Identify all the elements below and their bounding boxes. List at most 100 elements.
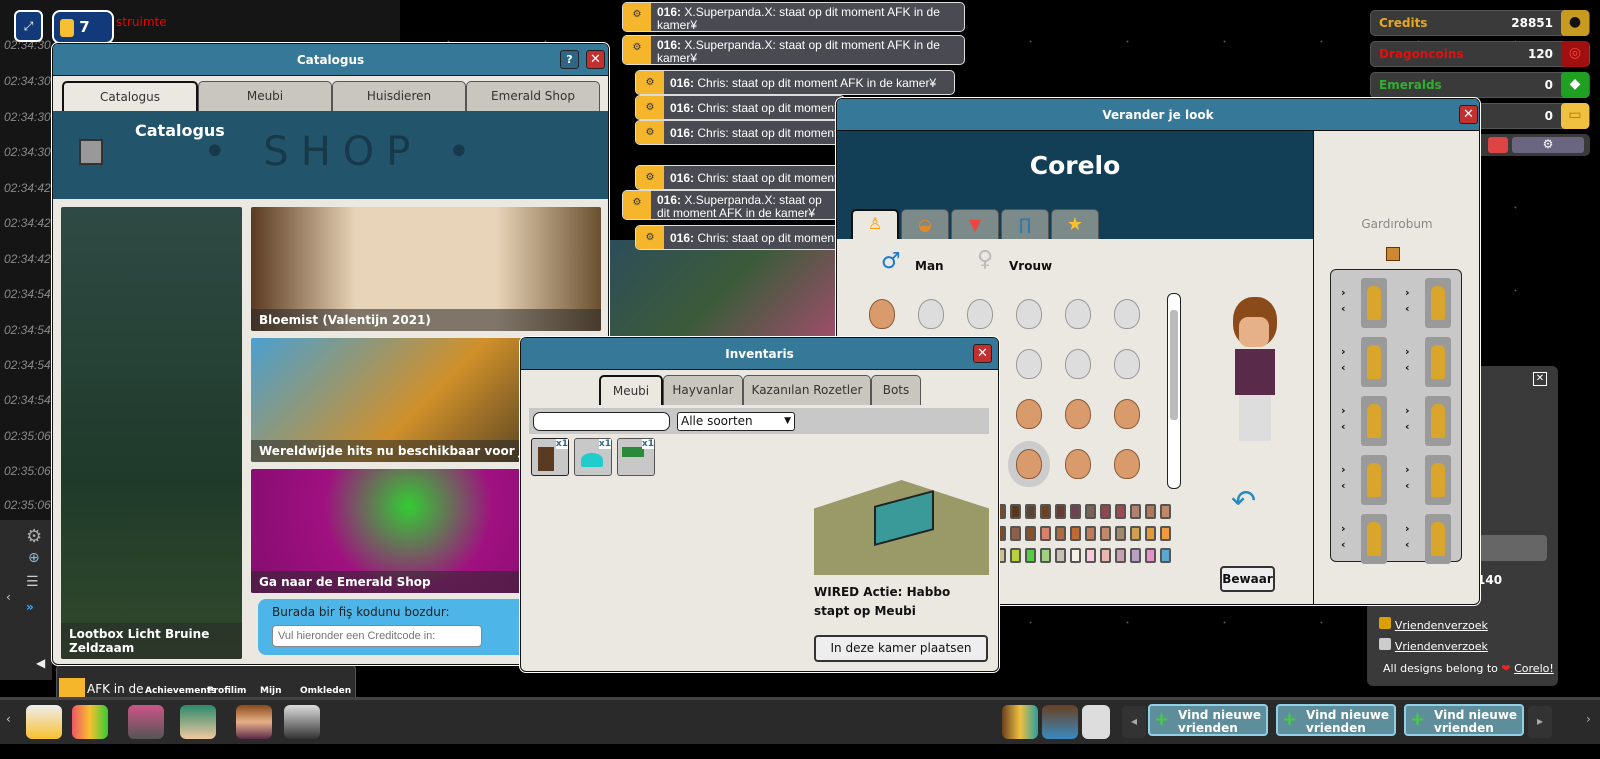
tab-bots[interactable]: Bots [871,375,921,405]
color-swatch[interactable] [1100,504,1111,519]
catalog-tile-lootbox[interactable]: Lootbox Licht Bruine Zeldzaam [61,207,242,659]
friend-request-item[interactable]: Vriendenverzoek [1379,617,1488,632]
tab-huisdieren[interactable]: Huisdieren [332,81,466,111]
friends-prev-button[interactable]: ◂ [1122,706,1146,738]
wardrobe-slot[interactable] [1425,514,1451,564]
color-swatch[interactable] [1010,526,1021,541]
wardrobe-load-arrow[interactable]: ‹ [1405,479,1410,492]
close-button[interactable]: ✕ [1459,105,1478,124]
wardrobe-save-arrow[interactable]: › [1405,345,1410,358]
wardrobe-save-arrow[interactable]: › [1405,522,1410,535]
color-swatch[interactable] [1145,526,1156,541]
rooms-icon[interactable] [72,705,108,739]
scrollbar[interactable] [1167,293,1181,489]
head-option[interactable] [967,299,993,329]
author-link[interactable]: Corelo! [1514,662,1554,675]
fullscreen-button[interactable]: ⤢ [14,10,43,42]
inventory-item[interactable]: x1 [531,438,569,476]
wardrobe-slot[interactable] [1361,278,1387,328]
friend-request-item[interactable]: Vriendenverzoek [1379,638,1488,653]
color-swatch[interactable] [1085,504,1096,519]
color-swatch[interactable] [1115,548,1126,563]
avatar-editor-titlebar[interactable]: Verander je look [837,99,1479,131]
tab-rozetler[interactable]: Kazanılan Rozetler [743,375,871,405]
color-swatch[interactable] [1100,526,1111,541]
tab-favorites[interactable]: ★ [1051,209,1099,239]
color-swatch[interactable] [1085,548,1096,563]
tab-hayvanlar[interactable]: Hayvanlar [663,375,743,405]
zoom-icon[interactable]: ⊕ [28,550,40,566]
color-swatch[interactable] [1025,526,1036,541]
find-friends-button[interactable]: + Vind nieuwe vrienden [1148,704,1268,736]
tab-meubi[interactable]: Meubi [198,81,332,111]
head-option[interactable] [1016,449,1042,479]
color-swatch[interactable] [1130,504,1141,519]
head-option[interactable] [918,299,944,329]
scrollbar-thumb[interactable] [1170,310,1178,420]
color-swatch[interactable] [1100,548,1111,563]
head-option[interactable] [1114,349,1140,379]
color-swatch[interactable] [1040,504,1051,519]
tab-catalogus[interactable]: Catalogus [62,81,198,111]
wardrobe-load-arrow[interactable]: ‹ [1405,538,1410,551]
inventory-titlebar[interactable]: Inventaris [521,338,998,370]
color-swatch[interactable] [1070,548,1081,563]
wardrobe-load-arrow[interactable]: ‹ [1341,302,1346,315]
avatar-icon[interactable] [236,705,272,739]
search-input[interactable] [533,412,670,431]
friends-icon[interactable] [1002,705,1038,739]
wardrobe-save-arrow[interactable]: › [1341,404,1346,417]
color-swatch[interactable] [1145,504,1156,519]
head-option[interactable] [1114,449,1140,479]
wardrobe-load-arrow[interactable]: ‹ [1341,420,1346,433]
camera-icon[interactable] [284,705,320,739]
currency-dragoncoins[interactable]: Dragoncoins 120 ◎ [1370,41,1590,67]
wardrobe-slot[interactable] [1361,514,1387,564]
voucher-input[interactable] [272,625,482,647]
wardrobe-save-arrow[interactable]: › [1341,463,1346,476]
settings-button[interactable]: ⚙ [1512,137,1584,153]
achievements-button[interactable]: Achievements [145,686,216,696]
save-button[interactable]: Bewaar [1220,566,1275,592]
male-option[interactable]: Man [915,259,944,273]
wardrobe-save-arrow[interactable]: › [1341,345,1346,358]
color-swatch[interactable] [1160,548,1171,563]
color-swatch[interactable] [1145,548,1156,563]
wardrobe-load-arrow[interactable]: ‹ [1405,361,1410,374]
wardrobe-slot[interactable] [1361,396,1387,446]
help-button[interactable]: ? [560,50,579,69]
color-swatch[interactable] [1040,548,1051,563]
color-swatch[interactable] [1160,504,1171,519]
arrow-left-icon[interactable]: ◀ [36,656,45,670]
mine-button[interactable]: Mijn [260,686,282,696]
head-option[interactable] [1065,449,1091,479]
color-swatch[interactable] [1010,548,1021,563]
color-swatch[interactable] [1130,526,1141,541]
expand-toolbar-icon[interactable]: › [1586,712,1591,726]
profile-button[interactable]: Profilim [207,686,246,696]
catalog-titlebar[interactable]: Catalogus [53,44,608,76]
head-option[interactable] [1114,299,1140,329]
tab-meubi[interactable]: Meubi [599,375,663,405]
tab-body[interactable]: ♙ [851,209,899,239]
head-option[interactable] [1065,299,1091,329]
chat-history-icon[interactable]: ☰ [26,574,39,590]
color-swatch[interactable] [1115,526,1126,541]
friend-request-link[interactable]: Vriendenverzoek [1395,619,1488,632]
wardrobe-save-arrow[interactable]: › [1405,286,1410,299]
head-option[interactable] [1065,399,1091,429]
wardrobe-save-arrow[interactable]: › [1341,522,1346,535]
color-swatch[interactable] [1055,504,1066,519]
head-option[interactable] [869,299,895,329]
wardrobe-save-arrow[interactable]: › [1405,404,1410,417]
head-option[interactable] [1114,399,1140,429]
rotate-icon[interactable]: ↶ [1231,484,1256,519]
change-clothes-button[interactable]: Omkleden [300,686,351,696]
close-button[interactable]: ✕ [973,344,992,363]
friend-request-link[interactable]: Vriendenverzoek [1395,640,1488,653]
male-icon[interactable]: ♂ [881,249,901,274]
color-swatch[interactable] [1025,548,1036,563]
color-swatch[interactable] [1085,526,1096,541]
search-friends-icon[interactable] [1042,705,1078,739]
expand-icon[interactable]: » [26,600,34,614]
